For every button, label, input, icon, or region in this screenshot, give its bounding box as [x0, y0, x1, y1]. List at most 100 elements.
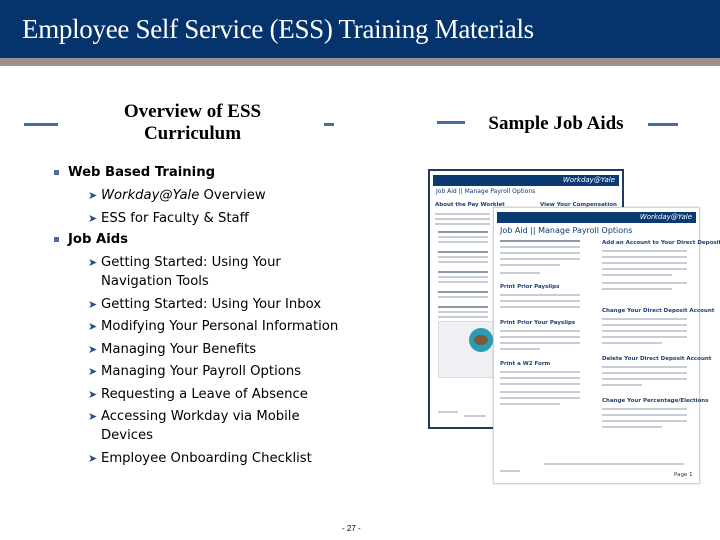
text-line	[438, 241, 488, 243]
list-item: ➤ Getting Started: Using Your Navigation …	[52, 253, 342, 291]
footer-line	[500, 470, 520, 472]
text-line	[602, 366, 687, 368]
list-item: ➤ Employee Onboarding Checklist	[52, 449, 342, 468]
job-aids-heading: Sample Job Aids	[488, 113, 624, 134]
doc-image	[438, 321, 498, 378]
arrow-bullet-icon: ➤	[88, 342, 98, 356]
text-line	[438, 231, 488, 233]
text-line	[602, 420, 687, 422]
text-line	[438, 291, 488, 293]
curriculum-heading-line1: Overview of ESS	[123, 101, 262, 122]
text-line	[602, 336, 687, 338]
list-item-text: Requesting a Leave of Absence	[101, 386, 308, 402]
text-line	[438, 281, 488, 283]
doc-title: Job Aid || Manage Payroll Options	[436, 188, 536, 195]
list-item-text: Employee Onboarding Checklist	[101, 450, 312, 466]
title-bar: Employee Self Service (ESS) Training Mat…	[0, 0, 720, 58]
text-line	[602, 414, 687, 416]
text-line	[500, 264, 560, 266]
text-line	[602, 282, 687, 284]
title-rule	[0, 58, 720, 66]
list-item-text: Managing Your Payroll Options	[101, 364, 302, 379]
text-line	[500, 272, 540, 274]
text-line	[438, 316, 488, 318]
list-item: ➤ Requesting a Leave of Absence	[52, 385, 342, 404]
text-line	[438, 236, 488, 238]
page-number: - 27 -	[342, 524, 361, 533]
doc-page-label: Page 1	[674, 472, 693, 478]
accent-dash	[437, 121, 465, 124]
text-line	[602, 378, 687, 380]
doc-section-heading: Change Your Percentage/Elections	[602, 398, 709, 404]
arrow-bullet-icon: ➤	[88, 189, 98, 202]
list-group-job-aids: Job Aids	[52, 231, 342, 249]
doc-title: Job Aid || Manage Payroll Options	[500, 226, 633, 235]
text-line	[500, 348, 540, 350]
text-line	[602, 342, 662, 344]
doc-section-heading: Print a W2 Form	[500, 361, 551, 367]
list-item-text: Accessing Workday via Mobile Devices	[101, 409, 300, 443]
text-line	[500, 300, 580, 302]
doc-section-heading: Change Your Direct Deposit Account	[602, 308, 715, 314]
text-line	[464, 415, 486, 417]
arrow-bullet-icon: ➤	[88, 451, 98, 465]
text-line	[602, 426, 662, 428]
text-line	[500, 403, 560, 405]
slide-title: Employee Self Service (ESS) Training Mat…	[22, 14, 534, 44]
text-line	[500, 383, 580, 385]
group-label: Job Aids	[68, 232, 129, 247]
text-line	[602, 268, 687, 270]
arrow-bullet-icon: ➤	[88, 320, 98, 333]
text-line	[500, 342, 580, 344]
text-line	[602, 408, 687, 410]
job-aid-thumbnail-front: Workday@Yale Job Aid || Manage Payroll O…	[493, 207, 720, 484]
text-line	[435, 223, 490, 225]
doc-brand-band: Workday@Yale	[497, 212, 696, 223]
doc-section-heading: Print Prior Your Payslips	[500, 320, 576, 326]
text-line	[435, 213, 490, 215]
arrow-bullet-icon: ➤	[88, 256, 98, 269]
text-line	[602, 318, 687, 320]
curriculum-heading-line2: Curriculum	[143, 123, 242, 144]
group-label: Web Based Training	[68, 165, 216, 180]
doc-section-heading: Print Prior Payslips	[500, 284, 560, 290]
arrow-bullet-icon: ➤	[88, 365, 98, 378]
text-line	[438, 261, 488, 263]
text-line	[602, 384, 642, 386]
doc-brand-band: Workday@Yale	[433, 175, 619, 186]
list-item-text: Modifying Your Personal Information	[101, 319, 339, 334]
text-line	[435, 218, 490, 220]
text-line	[500, 246, 580, 248]
list-item: ➤ Managing Your Benefits	[52, 340, 342, 359]
text-line	[438, 271, 488, 273]
doc-section-heading: Add an Account to Your Direct Deposit	[602, 240, 720, 246]
list-item: ➤ Accessing Workday via Mobile Devices	[52, 407, 342, 445]
text-line	[602, 250, 687, 252]
text-line	[438, 306, 488, 308]
curriculum-heading: Overview of ESS Curriculum	[100, 101, 285, 145]
text-line	[500, 377, 580, 379]
bullet-square-icon	[54, 170, 59, 175]
text-line	[602, 288, 672, 290]
text-line	[500, 336, 580, 338]
arrow-bullet-icon: ➤	[88, 387, 98, 401]
list-item: ➤ Workday@Yale Overview	[52, 186, 342, 205]
footer-line	[544, 463, 684, 465]
text-line	[438, 251, 488, 253]
globe-icon	[469, 328, 493, 352]
text-line	[438, 256, 488, 258]
accent-dash	[324, 123, 334, 126]
text-line	[500, 252, 580, 254]
text-line	[602, 274, 672, 276]
text-line	[438, 411, 458, 413]
list-item-text: Getting Started: Using Your Navigation T…	[101, 255, 281, 289]
accent-dash	[24, 123, 58, 126]
list-item-text: Getting Started: Using Your Inbox	[101, 296, 322, 312]
text-line	[438, 311, 488, 313]
text-line	[602, 262, 687, 264]
list-item: ➤ Managing Your Payroll Options	[52, 362, 342, 381]
text-line	[438, 276, 488, 278]
text-line	[500, 306, 580, 308]
list-item-text: ESS for Faculty & Staff	[101, 210, 249, 226]
text-line	[602, 324, 687, 326]
